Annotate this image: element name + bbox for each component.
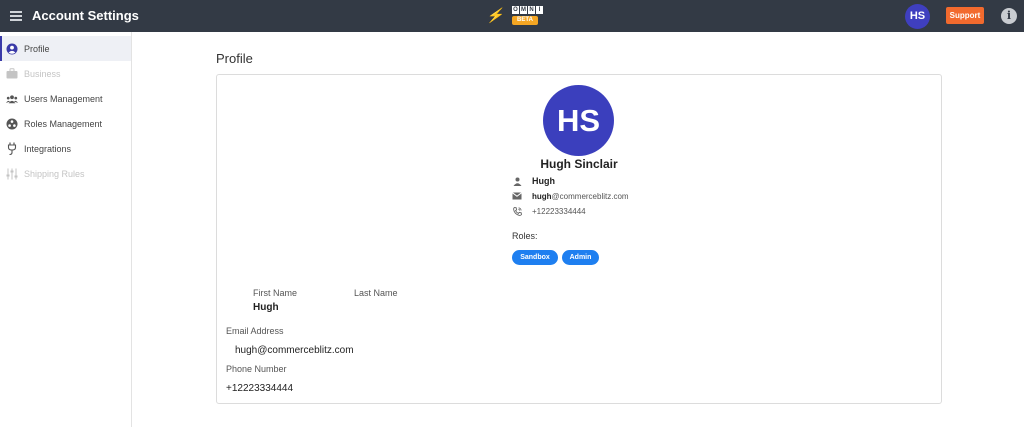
profile-full-name: Hugh Sinclair (540, 157, 618, 171)
roles-label: Roles: (512, 231, 538, 241)
email-label: Email Address (226, 326, 284, 336)
sidebar-item-label: Business (24, 68, 61, 79)
sidebar-item-label: Shipping Rules (24, 168, 85, 179)
logo-wordmark: OMNI (512, 6, 543, 14)
user-avatar[interactable]: HS (905, 4, 930, 29)
support-button[interactable]: Support (946, 7, 984, 24)
sidebar-item-profile[interactable]: Profile (0, 36, 131, 61)
omni-logo: ⚡ OMNI BETA (486, 5, 543, 27)
sidebar-item-shipping-rules: Shipping Rules (0, 161, 131, 186)
briefcase-icon (6, 68, 18, 80)
profile-avatar: HS (543, 85, 614, 156)
app-title: Account Settings (32, 8, 139, 23)
last-name-label: Last Name (354, 288, 398, 298)
sidebar-item-integrations[interactable]: Integrations (0, 136, 131, 161)
mail-icon (512, 191, 522, 201)
sidebar: Profile Business Users Management Roles … (0, 32, 132, 427)
info-icon[interactable]: i (1001, 8, 1017, 24)
sliders-icon (6, 168, 18, 180)
profile-email: hugh@commerceblitz.com (532, 191, 629, 201)
phone-icon (512, 206, 522, 216)
profile-phone: +12223334444 (532, 206, 586, 216)
roles-icon (6, 118, 18, 130)
profile-email-row: hugh@commerceblitz.com (512, 190, 629, 202)
email-value: hugh@commerceblitz.com (235, 345, 354, 356)
sidebar-item-label: Profile (24, 43, 50, 54)
profile-phone-row: +12223334444 (512, 205, 586, 217)
profile-username: Hugh (532, 176, 555, 186)
sidebar-item-business: Business (0, 61, 131, 86)
phone-label: Phone Number (226, 364, 287, 374)
plug-icon (6, 142, 18, 155)
sidebar-item-roles-management[interactable]: Roles Management (0, 111, 131, 136)
top-bar: Account Settings ⚡ OMNI BETA HS Support … (0, 0, 1024, 32)
role-chip-admin: Admin (562, 250, 599, 265)
users-icon (6, 93, 18, 105)
user-circle-icon (6, 43, 18, 55)
sidebar-item-label: Users Management (24, 93, 103, 104)
page-title: Profile (216, 51, 253, 66)
phone-value: +12223334444 (226, 383, 294, 394)
person-icon (512, 176, 522, 186)
sidebar-item-label: Roles Management (24, 118, 103, 129)
menu-icon[interactable] (10, 11, 22, 21)
profile-username-row: Hugh (512, 175, 555, 187)
sidebar-item-label: Integrations (24, 143, 72, 154)
sidebar-item-users-management[interactable]: Users Management (0, 86, 131, 111)
first-name-label: First Name (253, 288, 298, 298)
beta-badge: BETA (512, 16, 538, 25)
role-chip-sandbox: Sandbox (512, 250, 558, 265)
first-name-value: Hugh (253, 302, 279, 313)
bolt-icon: ⚡ (486, 7, 504, 23)
